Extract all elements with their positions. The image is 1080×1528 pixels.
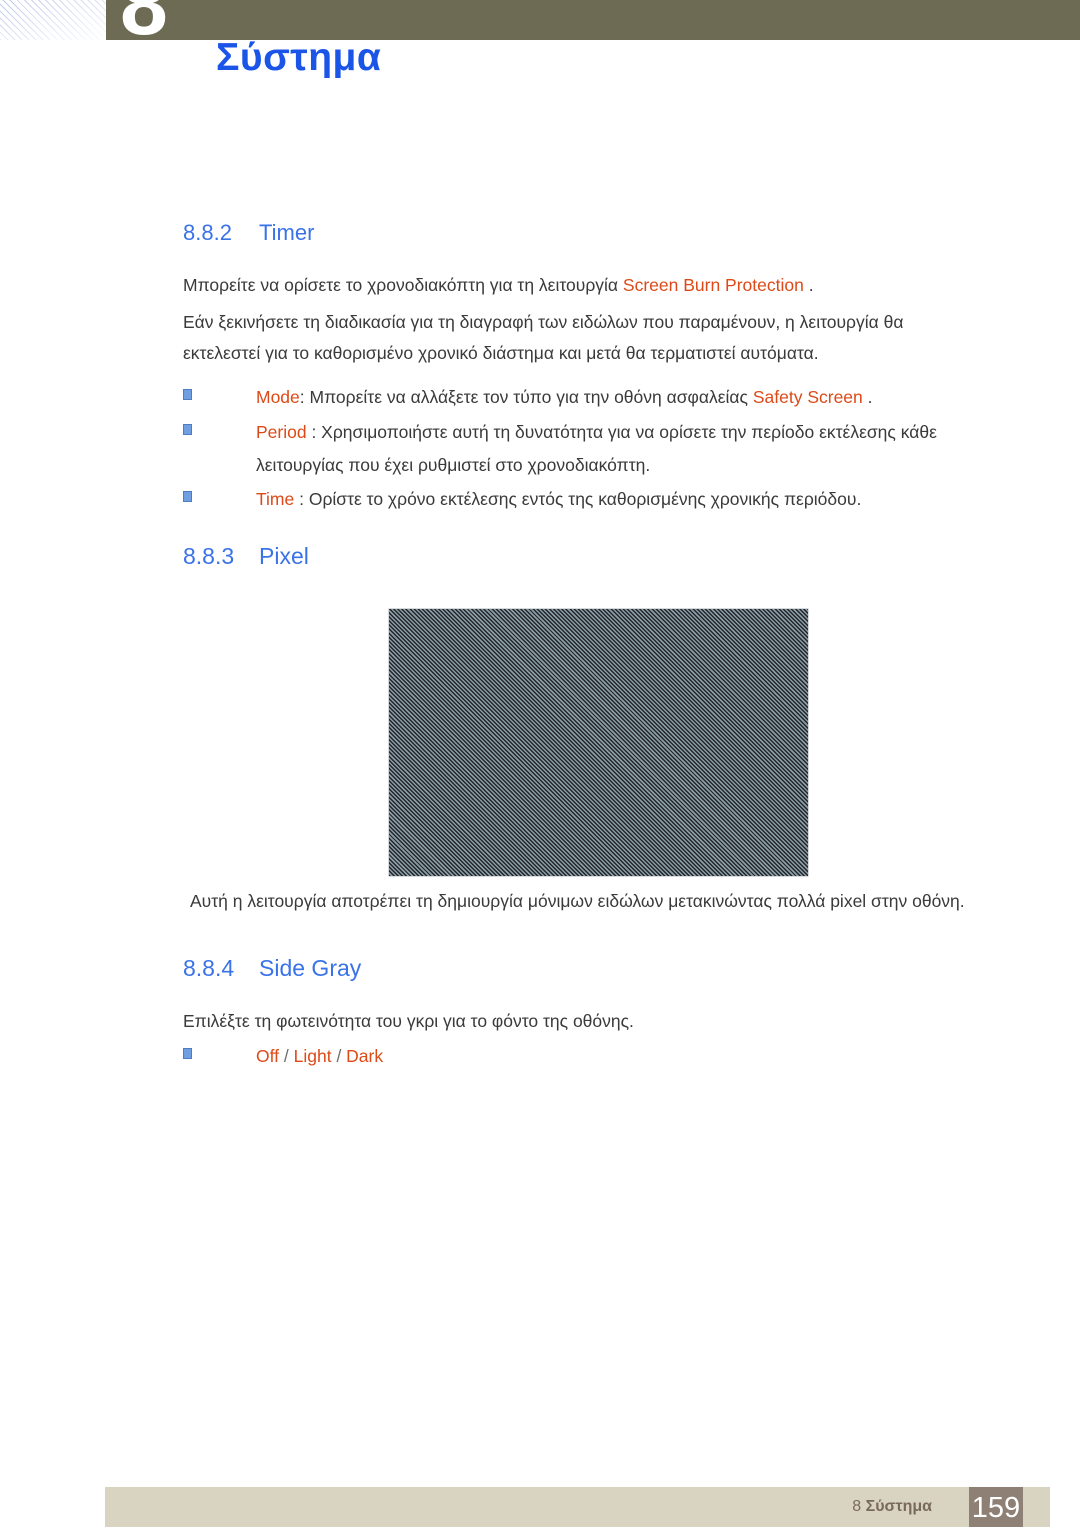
caption-text: Αυτή η λειτουργία αποτρέπει τη δημιουργί… [190, 891, 965, 911]
page-number-box: 159 [969, 1487, 1023, 1527]
paragraph-text: Επιλέξτε τη φωτεινότητα του γκρι για το … [183, 1011, 634, 1031]
header-stripe-decoration [0, 0, 106, 40]
section-title: Timer [259, 220, 315, 245]
header-chapter-number-text: 8 [120, 0, 168, 42]
bullet-square-icon [183, 424, 192, 435]
list-item-content: Mode: Μπορείτε να αλλάξετε τον τύπο για … [256, 381, 973, 414]
list-item-content: Period : Χρησιμοποιήστε αυτή τη δυνατότη… [256, 416, 953, 482]
section-number: 8.8.3 [183, 543, 235, 569]
paragraph-side-gray: Επιλέξτε τη φωτεινότητα του γκρι για το … [183, 1006, 1003, 1037]
list-item-content: Off / Light / Dark [256, 1040, 783, 1073]
option-dark: Dark [346, 1046, 384, 1066]
paragraph-text: Μπορείτε να ορίσετε το χρονοδιακόπτη για… [183, 275, 623, 295]
option-separator: / [279, 1046, 294, 1066]
list-item-text-tail: . [862, 387, 873, 407]
caption-pixel: Αυτή η λειτουργία αποτρέπει τη δημιουργί… [190, 890, 1020, 912]
option-light: Light [293, 1046, 332, 1066]
section-number: 8.8.2 [183, 220, 232, 245]
page-title: Σύστημα [216, 36, 382, 79]
footer-chapter-name: Σύστημα [865, 1498, 932, 1515]
list-item-content: Time : Ορίστε το χρόνο εκτέλεσης εντός τ… [256, 483, 973, 516]
list-item-mode: Mode: Μπορείτε να αλλάξετε τον τύπο για … [183, 381, 973, 414]
inline-highlight-screen-burn-protection: Screen Burn Protection [622, 275, 804, 295]
list-item-side-gray-options: Off / Light / Dark [183, 1040, 783, 1073]
section-title: Side Gray [259, 955, 362, 981]
list-item-label: Period [256, 422, 307, 442]
section-title: Pixel [259, 543, 309, 569]
paragraph-text: Εάν ξεκινήσετε τη διαδικασία για τη διαγ… [183, 312, 904, 363]
paragraph-timer-intro: Μπορείτε να ορίσετε το χρονοδιακόπτη για… [183, 270, 1003, 301]
option-separator: / [331, 1046, 347, 1066]
list-item-period: Period : Χρησιμοποιήστε αυτή τη δυνατότη… [183, 416, 953, 482]
section-heading-side-gray: 8.8.4 Side Gray [183, 955, 361, 982]
section-heading-timer: 8.8.2 Timer [183, 220, 314, 246]
bullet-square-icon [183, 491, 192, 502]
footer-chapter-label: 8 Σύστημα [852, 1498, 932, 1516]
list-item-label: Mode [256, 387, 300, 407]
section-heading-pixel: 8.8.3 Pixel [183, 543, 309, 570]
paragraph-timer-description: Εάν ξεκινήσετε τη διαδικασία για τη διαγ… [183, 307, 983, 369]
list-item-text: : Μπορείτε να αλλάξετε τον τύπο για την … [299, 387, 753, 407]
bullet-square-icon [183, 1048, 192, 1059]
list-item-text: : Ορίστε το χρόνο εκτέλεσης εντός της κα… [294, 489, 862, 509]
page-header: 8 Σύστημα [0, 0, 1080, 110]
page-footer-bar: 8 Σύστημα [105, 1487, 1050, 1527]
inline-highlight-safety-screen: Safety Screen [752, 387, 863, 407]
page-number: 159 [971, 1492, 1021, 1524]
list-item-time: Time : Ορίστε το χρόνο εκτέλεσης εντός τ… [183, 483, 973, 516]
header-chapter-number: 8 [120, 0, 210, 42]
option-off: Off [256, 1046, 280, 1066]
list-item-label: Time [256, 489, 295, 509]
section-number: 8.8.4 [183, 955, 235, 981]
pixel-pattern-image [389, 609, 808, 876]
footer-chapter-number: 8 [852, 1498, 862, 1515]
list-item-text: : Χρησιμοποιήστε αυτή τη δυνατότητα για … [256, 422, 937, 475]
bullet-square-icon [183, 389, 192, 400]
header-olive-bar [106, 0, 1080, 40]
paragraph-text-tail: . [803, 275, 814, 295]
